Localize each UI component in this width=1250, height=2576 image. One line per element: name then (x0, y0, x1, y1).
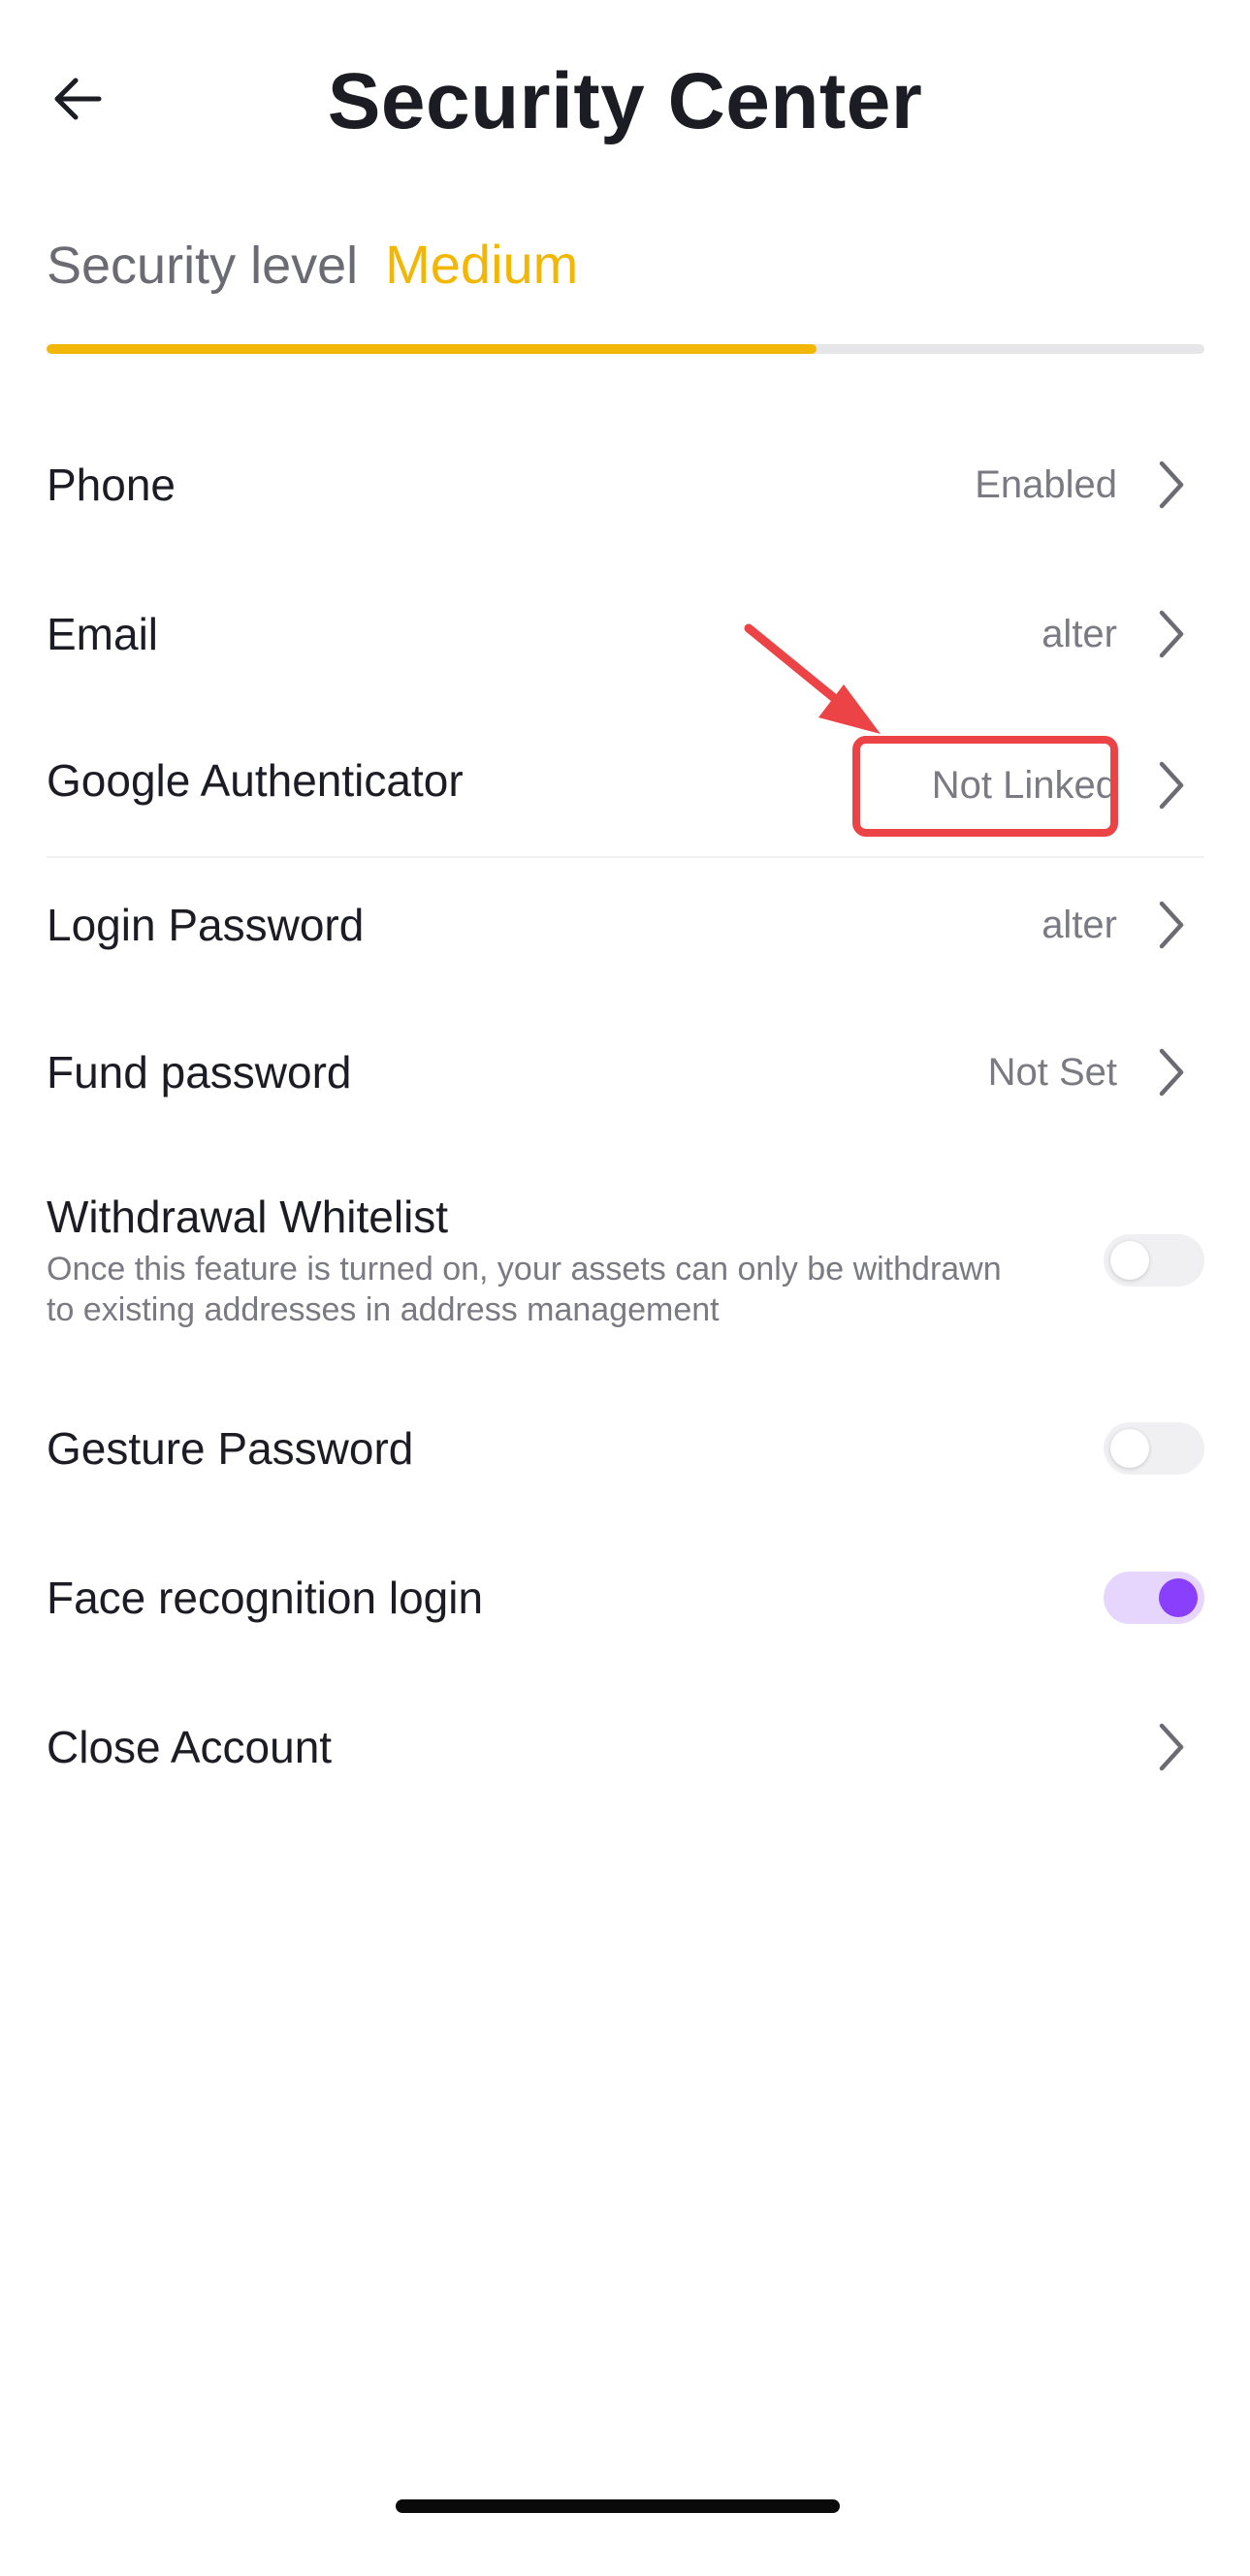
row-value-fund-password: Not Set (987, 1050, 1117, 1094)
row-close-account[interactable]: Close Account (47, 1708, 1204, 1786)
chevron-right-icon (1154, 1720, 1189, 1774)
chevron-right-icon (1154, 1045, 1189, 1099)
withdrawal-whitelist-toggle[interactable] (1104, 1234, 1204, 1287)
row-label-withdrawal-whitelist: Withdrawal Whitelist (47, 1192, 449, 1242)
withdrawal-whitelist-text: Withdrawal Whitelist Once this feature i… (47, 1191, 1016, 1330)
row-label-gesture-password: Gesture Password (47, 1423, 414, 1474)
chevron-right-icon (1154, 898, 1189, 952)
annotation-arrow-icon (744, 623, 881, 734)
face-recognition-toggle[interactable] (1104, 1572, 1204, 1624)
toggle-knob (1110, 1241, 1149, 1280)
toggle-knob (1110, 1429, 1149, 1468)
row-fund-password[interactable]: Fund password Not Set (47, 1034, 1204, 1111)
withdrawal-whitelist-description: Once this feature is turned on, your ass… (47, 1251, 1002, 1328)
row-label-close-account: Close Account (47, 1722, 333, 1772)
row-label-login-password: Login Password (47, 900, 365, 950)
row-label-face-recognition-login: Face recognition login (47, 1573, 484, 1623)
toggle-knob (1159, 1578, 1198, 1617)
row-login-password[interactable]: Login Password alter (47, 886, 1204, 964)
row-gesture-password: Gesture Password (47, 1410, 1204, 1487)
row-withdrawal-whitelist: Withdrawal Whitelist Once this feature i… (47, 1183, 1204, 1338)
row-face-recognition-login: Face recognition login (47, 1559, 1204, 1637)
row-label-fund-password: Fund password (47, 1047, 352, 1097)
home-indicator (396, 2499, 840, 2513)
gesture-password-toggle[interactable] (1104, 1422, 1204, 1475)
row-value-login-password: alter (1042, 903, 1117, 946)
